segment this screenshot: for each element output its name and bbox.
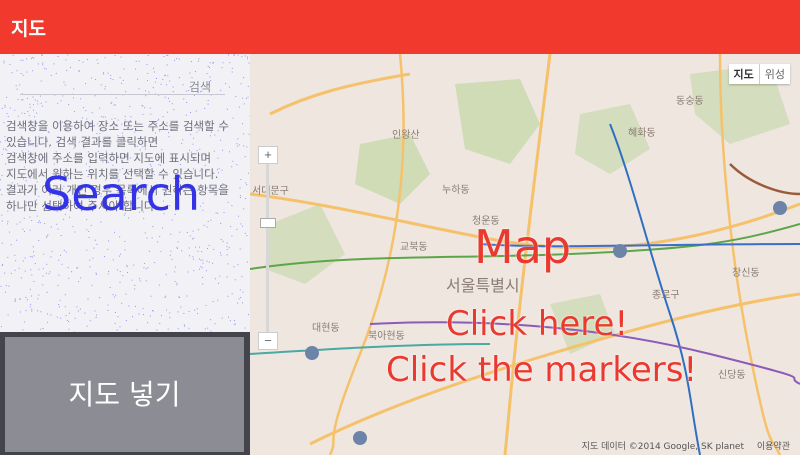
place-label: 혜화동 [628, 128, 656, 139]
place-label: 인왕산 [392, 130, 420, 141]
place-label: 교북동 [400, 242, 428, 253]
search-placeholder: 검색 [188, 80, 211, 94]
insert-map-button-face[interactable]: 지도 넣기 [5, 337, 244, 452]
place-label: 창신동 [732, 268, 760, 279]
help-line: 검색창에 주소를 입력하면 지도에 표시되며 [6, 151, 212, 165]
zoom-in-button[interactable]: + [258, 146, 278, 164]
place-label: 서울특별시 [446, 276, 520, 295]
app-bar: 지도 [0, 0, 800, 54]
insert-map-button[interactable]: 지도 넣기 [0, 332, 250, 455]
map-data-credit: 지도 데이터 ©2014 Google, SK planet [581, 442, 744, 452]
help-line: 검색창을 이용하여 장소 또는 주소를 검색할 수 [6, 119, 229, 133]
map-overlay-title: Map [474, 220, 572, 274]
zoom-slider-track[interactable] [266, 164, 269, 334]
place-label: 동숭동 [676, 96, 704, 107]
place-label: 종로구 [652, 290, 680, 301]
map-type-satellite-button[interactable]: 위성 [758, 64, 790, 84]
zoom-out-button[interactable]: − [258, 332, 278, 350]
help-line: 있습니다. 검색 결과를 클릭하면 [6, 135, 159, 149]
place-label: 누하동 [442, 185, 470, 196]
map-view[interactable]: 인왕산 서대문구 누하동 청운동 교북동 서울특별시 종로구 동숭동 혜화동 창… [250, 54, 800, 455]
insert-map-button-label: 지도 넣기 [68, 378, 181, 411]
map-type-map-button[interactable]: 지도 [729, 64, 759, 84]
search-overlay-label: Search [42, 167, 201, 221]
terms-link[interactable]: 이용약관 [757, 442, 790, 452]
search-input[interactable]: 검색 [20, 76, 225, 95]
map-overlay-click-here: Click here! [446, 304, 629, 344]
place-label: 대현동 [312, 323, 340, 334]
zoom-slider-handle[interactable] [260, 218, 276, 228]
place-label: 북아현동 [368, 331, 405, 342]
app-title: 지도 [11, 18, 46, 40]
map-attribution: 지도 데이터 ©2014 Google, SK planet 이용약관 [572, 439, 790, 452]
place-label: 신당동 [718, 370, 746, 381]
map-type-control[interactable]: 지도 위성 [728, 64, 790, 84]
map-overlay-click-markers: Click the markers! [386, 350, 698, 390]
zoom-control[interactable]: + − [258, 146, 280, 350]
